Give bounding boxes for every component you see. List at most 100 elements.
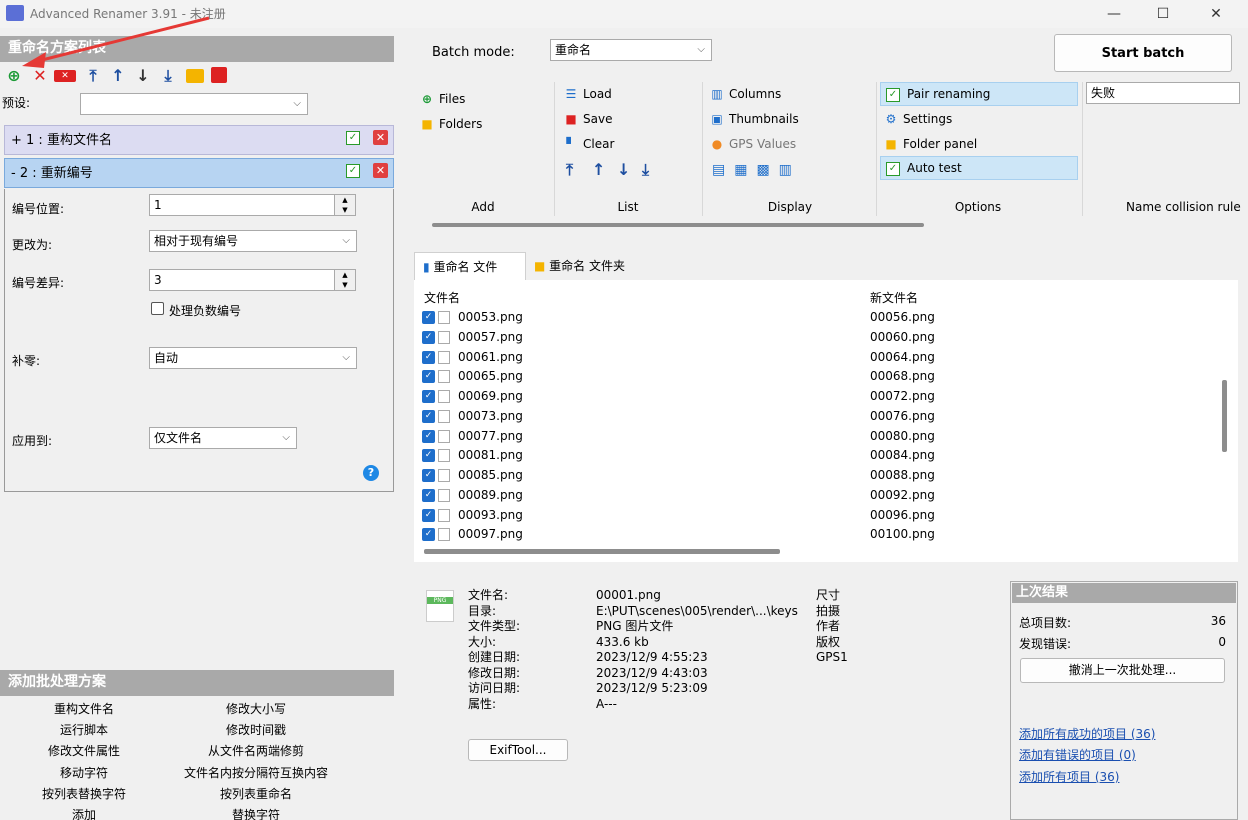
table-row[interactable]: ✓ 00081.png 00084.png — [420, 446, 1218, 466]
method-link[interactable]: 移动字符 — [4, 764, 164, 781]
delete-method-icon[interactable]: ✕ — [373, 163, 388, 178]
thumbnails-button[interactable]: ▣ Thumbnails — [708, 109, 798, 129]
maximize-button[interactable]: ☐ — [1143, 3, 1183, 25]
row-checkbox[interactable]: ✓ — [422, 528, 435, 542]
apply-to-select[interactable]: 仅文件名 ⌵ — [149, 427, 297, 449]
enable-checkbox-icon[interactable]: ✓ — [346, 164, 360, 178]
save-label: Save — [583, 112, 613, 126]
row-checkbox[interactable]: ✓ — [422, 469, 435, 482]
list-move-top-icon[interactable]: ⤒ — [566, 160, 573, 180]
method-link[interactable]: 添加 — [4, 806, 164, 820]
table-row[interactable]: ✓ 00089.png 00092.png — [420, 486, 1218, 506]
display-group-label: Display — [767, 200, 813, 214]
row-checkbox[interactable]: ✓ — [422, 449, 435, 463]
info-extra: 尺寸 — [816, 588, 841, 602]
list-vscrollbar[interactable] — [1222, 380, 1227, 452]
clear-list-button[interactable]: ▘ Clear — [562, 134, 614, 154]
exiftool-button[interactable]: ExifTool... — [468, 739, 568, 761]
table-row[interactable]: ✓ 00057.png 00060.png — [420, 328, 1218, 348]
method-link[interactable]: 运行脚本 — [4, 721, 164, 738]
method-link[interactable]: 修改时间戳 — [176, 721, 336, 738]
add-all-link[interactable]: 添加所有项目 (36) — [1019, 768, 1119, 785]
last-result-title: 上次结果 — [1012, 583, 1236, 603]
row-new-filename: 00076.png — [870, 408, 935, 423]
enable-checkbox-icon[interactable]: ✓ — [346, 131, 360, 145]
add-files-button[interactable]: ⊕ Files — [418, 89, 465, 109]
columns-button[interactable]: ▥ Columns — [708, 84, 781, 104]
tab-rename-folders[interactable]: ■ 重命名 文件夹 — [526, 252, 633, 280]
table-row[interactable]: ✓ 00093.png 00096.png — [420, 506, 1218, 526]
table-row[interactable]: ✓ 00061.png 00064.png — [420, 348, 1218, 368]
ribbon-scrollbar[interactable] — [432, 223, 924, 227]
collision-rule-input[interactable]: 失败 — [1086, 82, 1240, 104]
row-checkbox[interactable]: ✓ — [422, 350, 435, 364]
method-link[interactable]: 重构文件名 — [4, 700, 164, 717]
tab-label: 重命名 文件 — [433, 260, 498, 274]
load-list-button[interactable]: ☰ Load — [562, 84, 612, 104]
start-batch-button[interactable]: Start batch — [1054, 34, 1232, 72]
column-header-filename[interactable]: 文件名 — [424, 289, 460, 306]
row-checkbox[interactable]: ✓ — [422, 370, 435, 384]
method-link[interactable]: 从文件名两端修剪 — [176, 742, 336, 759]
batch-mode-select[interactable]: 重命名 ⌵ — [550, 39, 712, 61]
table-row[interactable]: ✓ 00073.png 00076.png — [420, 407, 1218, 427]
list-hscrollbar[interactable] — [424, 549, 780, 554]
add-errors-link[interactable]: 添加有错误的项目 (0) — [1019, 746, 1136, 763]
row-checkbox[interactable]: ✓ — [422, 488, 435, 502]
info-label: 访问日期: — [468, 681, 521, 695]
method-link[interactable]: 按列表替换字符 — [4, 785, 164, 802]
row-checkbox[interactable]: ✓ — [422, 409, 435, 423]
number-diff-spinner[interactable]: ▲ ▼ — [334, 269, 356, 291]
row-checkbox[interactable]: ✓ — [422, 429, 435, 443]
row-checkbox[interactable]: ✓ — [422, 390, 435, 403]
png-file-icon — [438, 508, 450, 522]
number-position-input[interactable]: 1 — [149, 194, 335, 216]
view-mode-icons[interactable]: ▤▦▩▥ — [712, 162, 801, 178]
number-diff-input[interactable]: 3 — [149, 269, 335, 291]
gps-values-button[interactable]: ● GPS Values — [708, 134, 796, 154]
settings-button[interactable]: ⚙ Settings — [882, 109, 953, 129]
preset-select[interactable]: ⌵ — [80, 93, 308, 115]
method-link[interactable]: 修改文件属性 — [4, 742, 164, 759]
method-item-2[interactable]: - 2 : 重新编号 — [4, 158, 394, 188]
table-row[interactable]: ✓ 00069.png 00072.png — [420, 387, 1218, 407]
table-row[interactable]: ✓ 00097.png 00100.png — [420, 525, 1218, 545]
add-successful-link[interactable]: 添加所有成功的项目 (36) — [1019, 725, 1155, 742]
row-new-filename: 00056.png — [870, 310, 935, 324]
file-icon: ▮ — [423, 260, 430, 274]
method-link[interactable]: 替换字符 — [176, 806, 336, 820]
folder-panel-button[interactable]: ■ Folder panel — [882, 134, 977, 154]
number-position-spinner[interactable]: ▲ ▼ — [334, 194, 356, 216]
list-move-down-icon[interactable]: ↓ — [617, 160, 630, 179]
help-icon[interactable]: ? — [363, 465, 379, 481]
list-move-up-icon[interactable]: ↑ — [592, 160, 605, 179]
negative-number-checkbox[interactable] — [151, 302, 164, 315]
save-icon: ■ — [565, 112, 577, 126]
save-list-button[interactable]: ■ Save — [562, 109, 612, 129]
add-files-label: Files — [439, 92, 466, 106]
column-header-newname[interactable]: 新文件名 — [870, 289, 918, 306]
method-link[interactable]: 文件名内按分隔符互换内容 — [176, 764, 336, 781]
table-row[interactable]: ✓ 00065.png 00068.png — [420, 367, 1218, 387]
change-to-select[interactable]: 相对于现有编号 ⌵ — [149, 230, 357, 252]
delete-method-icon[interactable]: ✕ — [373, 130, 388, 145]
info-label: 属性: — [468, 696, 497, 711]
undo-batch-button[interactable]: 撤消上一次批处理... — [1020, 658, 1225, 683]
chevron-down-icon: ⌵ — [342, 235, 350, 246]
close-button[interactable]: ✕ — [1196, 3, 1236, 25]
method-item-1[interactable]: + 1 : 重构文件名 — [4, 125, 394, 155]
row-checkbox[interactable]: ✓ — [422, 311, 435, 324]
list-move-bottom-icon[interactable]: ⤓ — [642, 160, 649, 180]
tab-rename-files[interactable]: ▮ 重命名 文件 — [414, 252, 526, 280]
row-checkbox[interactable]: ✓ — [422, 330, 435, 344]
method-link[interactable]: 修改大小写 — [176, 700, 336, 717]
table-row[interactable]: ✓ 00085.png 00088.png — [420, 466, 1218, 486]
zero-pad-select[interactable]: 自动 ⌵ — [149, 347, 357, 369]
table-row[interactable]: ✓ 00053.png 00056.png — [420, 308, 1218, 328]
row-checkbox[interactable]: ✓ — [422, 508, 435, 522]
info-label: 修改日期: — [468, 665, 521, 680]
table-row[interactable]: ✓ 00077.png 00080.png — [420, 427, 1218, 447]
add-folders-button[interactable]: ■ Folders — [418, 114, 482, 134]
method-link[interactable]: 按列表重命名 — [176, 785, 336, 802]
minimize-button[interactable]: — — [1094, 3, 1134, 25]
